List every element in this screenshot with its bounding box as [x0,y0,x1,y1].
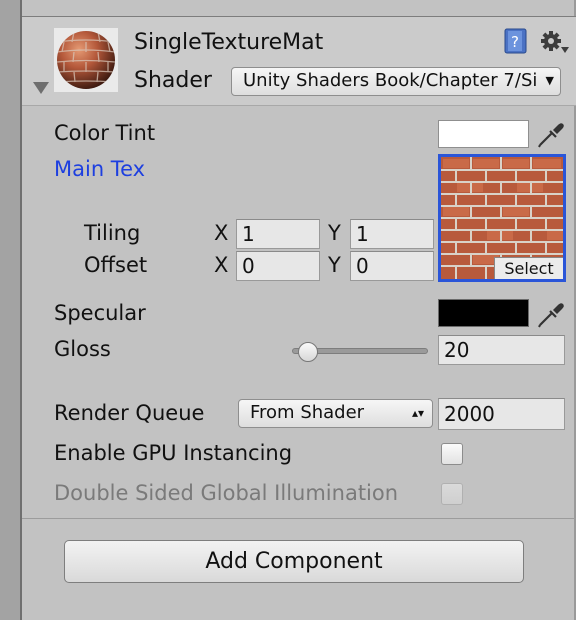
foldout-arrow-icon[interactable] [31,80,51,96]
gpu-instancing-label: Enable GPU Instancing [54,441,293,465]
gloss-slider-thumb[interactable] [297,342,318,362]
double-sided-gi-checkbox [441,483,463,505]
offset-x-label: X [214,253,229,277]
left-panel-strip [0,0,20,620]
header-separator [22,105,576,106]
color-tint-label: Color Tint [54,121,156,145]
render-queue-mode-dropdown[interactable]: From Shader ▴▾ [238,399,433,428]
tiling-label: Tiling [84,221,141,245]
texture-select-button[interactable]: Select [494,257,563,279]
specular-color-swatch[interactable] [438,299,529,327]
dropdown-arrow-icon: ▼ [545,74,554,87]
offset-y-field[interactable]: 0 [350,251,434,281]
gloss-label: Gloss [54,337,111,361]
updown-arrows-icon: ▴▾ [411,406,424,420]
tiling-x-field[interactable]: 1 [236,219,320,249]
material-preview-sphere [54,28,118,92]
shader-dropdown-value: Unity Shaders Book/Chapter 7/Si [243,70,538,91]
settings-gear-icon[interactable] [540,29,570,55]
shader-dropdown[interactable]: Unity Shaders Book/Chapter 7/Si ▼ [231,67,561,96]
tiling-x-label: X [214,221,229,245]
specular-label: Specular [54,301,146,325]
tiling-y-field[interactable]: 1 [350,219,434,249]
shader-label: Shader [134,68,212,93]
color-tint-swatch[interactable] [438,120,529,148]
offset-y-label: Y [328,253,341,277]
gloss-value-field[interactable]: 20 [438,335,565,365]
bottom-separator [22,518,576,519]
svg-text:?: ? [511,33,519,51]
material-name: SingleTextureMat [134,30,324,55]
main-tex-texture-slot[interactable]: Select [438,154,566,282]
render-queue-value-field[interactable]: 2000 [438,398,565,430]
help-book-icon[interactable]: ? [504,28,528,54]
specular-eyedropper-icon[interactable] [536,297,566,329]
offset-label: Offset [84,253,148,277]
add-component-button[interactable]: Add Component [64,540,524,583]
render-queue-label: Render Queue [54,401,205,425]
color-tint-eyedropper-icon[interactable] [536,117,566,149]
main-tex-label[interactable]: Main Tex [54,156,145,182]
double-sided-gi-label: Double Sided Global Illumination [54,481,399,505]
tiling-y-label: Y [328,221,341,245]
render-queue-mode-value: From Shader [250,402,365,423]
gpu-instancing-checkbox[interactable] [441,443,463,465]
offset-x-field[interactable]: 0 [236,251,320,281]
